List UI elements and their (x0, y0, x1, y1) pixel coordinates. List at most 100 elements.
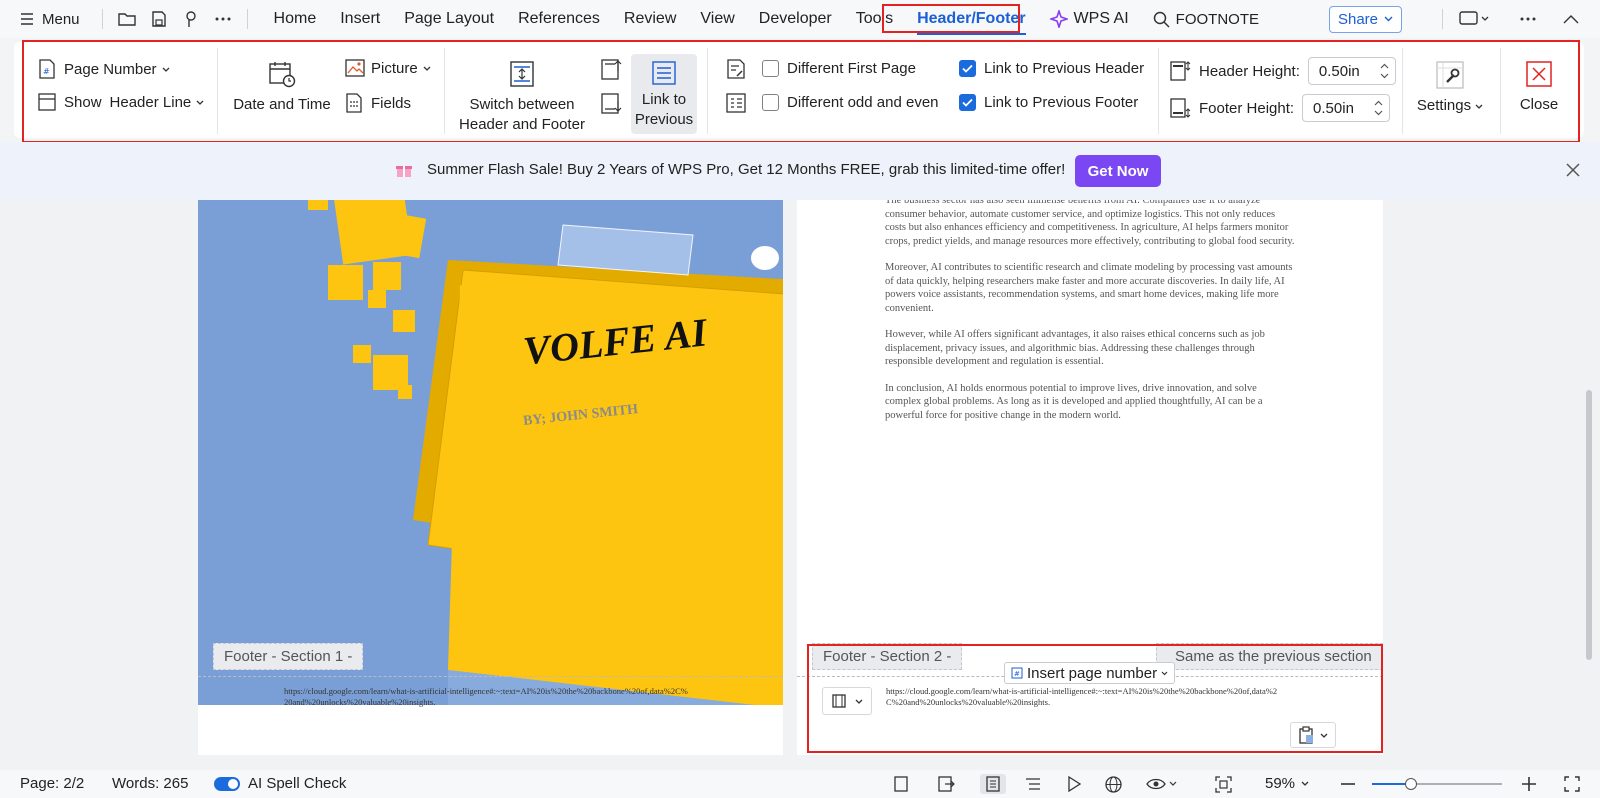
picture-button[interactable]: Picture (345, 59, 431, 77)
chevron-down-icon (1301, 781, 1309, 786)
link-label-2: Previous (634, 111, 694, 128)
footer-url-text[interactable]: https://cloud.google.com/learn/what-is-a… (284, 686, 692, 708)
status-bar: Page: 2/2 Words: 265 AI Spell Check 59% (0, 770, 1600, 798)
get-now-button[interactable]: Get Now (1075, 155, 1161, 187)
footer-height-control: Footer Height: 0.50in (1169, 94, 1391, 122)
save-icon[interactable] (148, 8, 170, 30)
tab-insert[interactable]: Insert (328, 0, 392, 38)
ai-spell-check-toggle[interactable]: AI Spell Check (214, 775, 346, 792)
toggle-switch (214, 776, 240, 791)
tab-references[interactable]: References (506, 0, 612, 38)
link-label-1: Link to (641, 91, 687, 108)
page-mode-icon[interactable] (893, 776, 909, 792)
tab-home[interactable]: Home (262, 0, 329, 38)
print-layout-icon[interactable] (980, 774, 1006, 794)
tab-developer[interactable]: Developer (747, 0, 844, 38)
outline-view-icon[interactable] (1025, 776, 1041, 792)
header-height-control: Header Height: 0.50in (1169, 57, 1396, 85)
checkbox-checked (959, 60, 976, 77)
different-odd-even-checkbox[interactable]: Different odd and even (762, 94, 939, 111)
wps-ai-label: WPS AI (1073, 10, 1129, 27)
page-count[interactable]: Page: 2/2 (20, 775, 84, 792)
settings-wrench-icon (1436, 61, 1464, 89)
header-up-icon (601, 59, 622, 80)
tab-review[interactable]: Review (612, 0, 688, 38)
close-label: Close (1519, 96, 1559, 113)
zoom-level[interactable]: 59% (1265, 775, 1309, 792)
page-1[interactable]: VOLFE AI BY; JOHN SMITH Footer - Section… (198, 200, 783, 755)
header-height-input[interactable]: 0.50in (1307, 57, 1396, 85)
chevron-down-icon (1384, 16, 1393, 22)
spinner-arrows[interactable] (1374, 100, 1383, 116)
spinner-arrows[interactable] (1380, 63, 1389, 79)
settings-button[interactable]: Settings (1412, 60, 1488, 116)
footer-section-1-tag: Footer - Section 1 - (213, 643, 364, 670)
format-painter-icon[interactable] (180, 8, 202, 30)
ai-spell-check-label: AI Spell Check (248, 775, 347, 792)
close-icon[interactable] (1565, 162, 1581, 178)
date-time-button[interactable]: Date and Time (232, 60, 332, 115)
checkbox-box (762, 60, 779, 77)
odd-even-options-icon[interactable] (726, 93, 746, 113)
sparkle-icon (1049, 10, 1068, 28)
reading-mode-icon[interactable] (937, 776, 955, 792)
close-header-footer-button[interactable]: Close (1512, 60, 1566, 115)
ribbon-separator (1158, 48, 1159, 134)
checkbox-box (762, 94, 779, 111)
fields-button[interactable]: Fields (345, 93, 411, 113)
zoom-out-icon[interactable] (1341, 783, 1355, 785)
zoom-slider-handle[interactable] (1405, 778, 1417, 790)
ribbon-separator (217, 48, 218, 134)
promo-banner: Summer Flash Sale! Buy 2 Years of WPS Pr… (0, 142, 1600, 200)
menu-button[interactable]: Menu (20, 11, 80, 28)
page-number-button[interactable]: # Page Number (38, 59, 170, 79)
chevron-down-icon (162, 67, 170, 72)
open-folder-icon[interactable] (116, 8, 138, 30)
tab-page-layout[interactable]: Page Layout (392, 0, 506, 38)
collapse-ribbon-icon[interactable] (1560, 8, 1582, 30)
link-to-previous-button[interactable]: Link to Previous (631, 54, 697, 134)
comment-icon[interactable] (1456, 8, 1492, 30)
divider (101, 9, 103, 29)
picture-icon (345, 59, 365, 77)
word-count[interactable]: Words: 265 (112, 775, 188, 792)
zoom-slider-track[interactable] (1372, 778, 1502, 790)
chevron-down-icon (196, 100, 204, 105)
search-box[interactable]: FOOTNOTE (1141, 0, 1271, 38)
share-button[interactable]: Share (1328, 5, 1402, 33)
more-icon[interactable] (212, 8, 234, 30)
show-header-line-button[interactable]: Show Header Line (38, 93, 204, 111)
more-options-icon[interactable] (1517, 8, 1539, 30)
fullscreen-icon[interactable] (1564, 776, 1580, 792)
play-icon[interactable] (1066, 776, 1082, 792)
ribbon-separator (1500, 48, 1501, 134)
ribbon-separator (707, 48, 708, 134)
fit-page-icon[interactable] (1215, 776, 1232, 793)
link-previous-header-checkbox[interactable]: Link to Previous Header (959, 60, 1144, 77)
date-time-label: Date and Time (233, 96, 331, 113)
different-odd-even-label: Different odd and even (787, 94, 939, 111)
link-previous-footer-checkbox[interactable]: Link to Previous Footer (959, 94, 1138, 111)
web-layout-icon[interactable] (1105, 776, 1122, 793)
switch-header-footer-button[interactable]: Switch between Header and Footer (456, 60, 588, 135)
tab-wps-ai[interactable]: WPS AI (1038, 0, 1141, 38)
first-page-options-icon[interactable] (726, 59, 746, 79)
go-to-footer-button[interactable] (600, 92, 622, 116)
zoom-in-icon[interactable] (1522, 777, 1536, 791)
body-text[interactable]: The business sector has also seen immens… (885, 200, 1295, 435)
footer-height-input[interactable]: 0.50in (1302, 94, 1391, 122)
fields-label: Fields (371, 94, 412, 112)
divider (246, 9, 248, 29)
different-first-page-checkbox[interactable]: Different First Page (762, 60, 916, 77)
page-number-label: Page Number (64, 60, 157, 78)
scrollbar-thumb[interactable] (1586, 390, 1592, 660)
settings-label-wrap: Settings (1417, 96, 1483, 116)
go-to-header-button[interactable] (600, 57, 622, 81)
header-height-icon (1170, 61, 1191, 81)
ribbon-separator (1402, 48, 1403, 134)
eye-protection-icon[interactable] (1146, 777, 1178, 791)
header-height-label: Header Height: (1199, 62, 1300, 80)
cover-illustration (308, 200, 783, 705)
tab-view[interactable]: View (688, 0, 746, 38)
paragraph: Moreover, AI contributes to scientific r… (885, 262, 1293, 314)
